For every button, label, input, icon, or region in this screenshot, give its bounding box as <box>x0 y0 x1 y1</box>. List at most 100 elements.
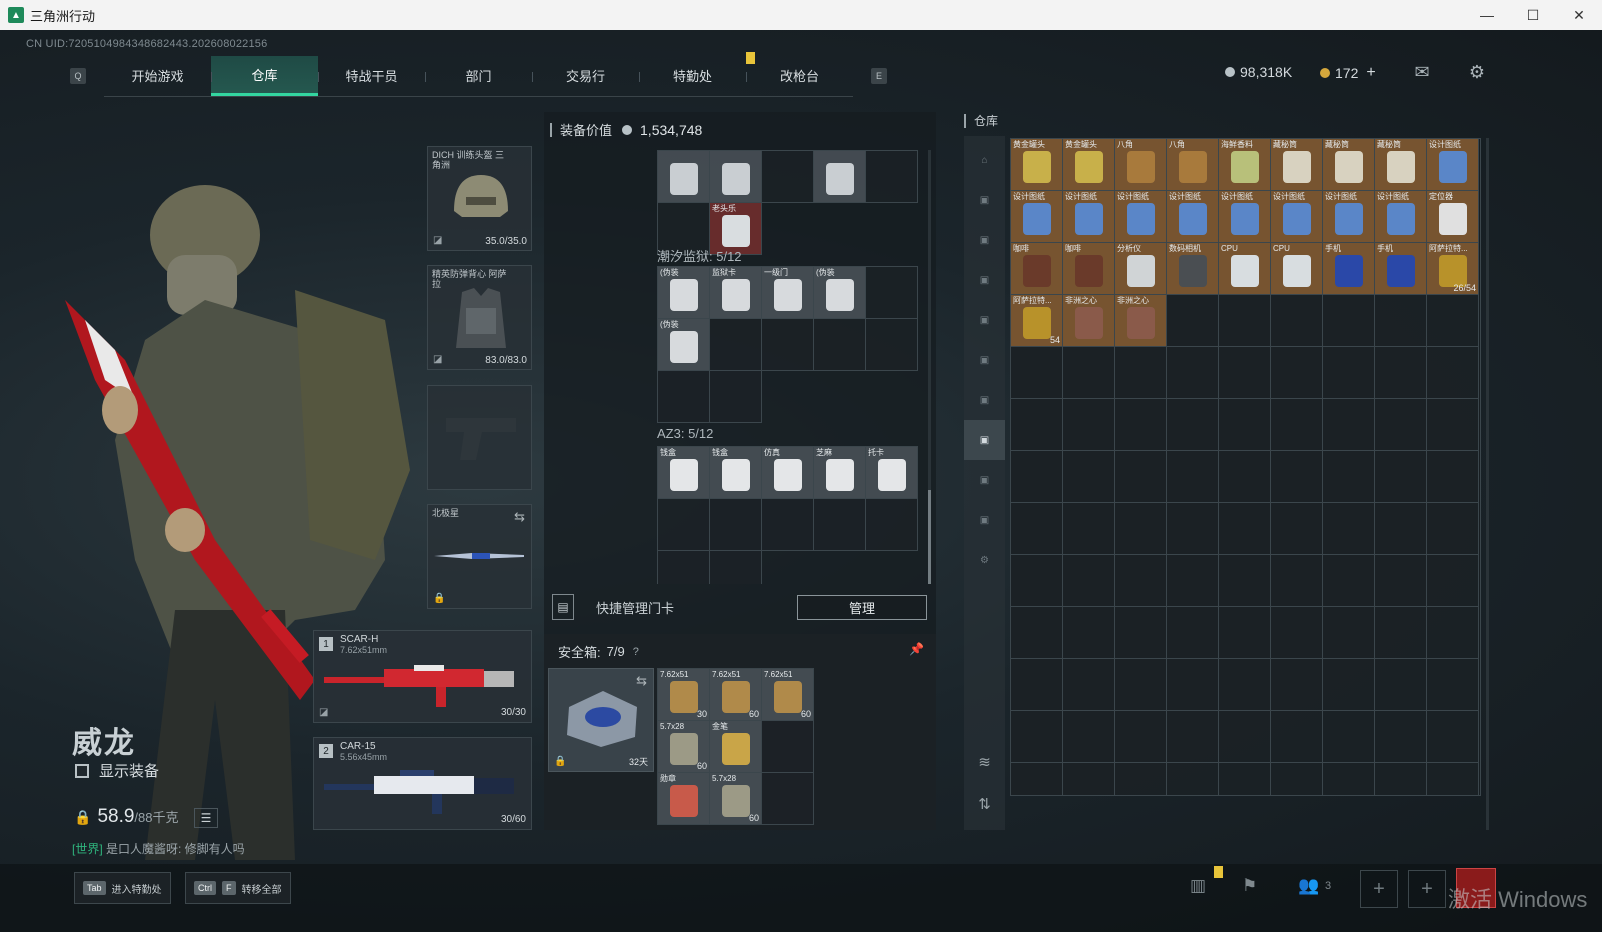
pistol-slot[interactable] <box>427 385 532 490</box>
grid-cell[interactable] <box>1323 659 1375 711</box>
grid-cell[interactable] <box>1011 607 1063 659</box>
grid-cell[interactable] <box>1063 347 1115 399</box>
helmet-slot[interactable]: DICH 训练头盔 三角洲 ◪ 35.0/35.0 <box>427 146 532 251</box>
grid-cell[interactable] <box>1011 451 1063 503</box>
grid-cell[interactable] <box>1011 399 1063 451</box>
grid-cell[interactable] <box>1063 607 1115 659</box>
grid-cell[interactable]: 钱盒 <box>658 447 710 499</box>
grid-cell[interactable] <box>1115 347 1167 399</box>
tab-2[interactable]: 特战干员 <box>318 56 425 96</box>
grid-cell[interactable] <box>1219 607 1271 659</box>
close-button[interactable]: ✕ <box>1556 0 1602 30</box>
safe-box-container[interactable]: ⇆ 🔒 32天 <box>548 668 654 772</box>
armor-slot[interactable]: 精英防弹背心 阿萨拉 ◪ 83.0/83.0 <box>427 265 532 370</box>
grid-cell[interactable] <box>1271 659 1323 711</box>
grid-cell[interactable] <box>1219 659 1271 711</box>
stash-tab-2[interactable]: ▣ <box>964 220 1005 260</box>
grid-cell[interactable]: 勋章 <box>658 773 710 825</box>
grid-cell[interactable] <box>1323 555 1375 607</box>
grid-cell[interactable]: 黄金罐头 <box>1063 139 1115 191</box>
grid-cell[interactable] <box>1219 399 1271 451</box>
grid-cell[interactable]: 金笔 <box>710 721 762 773</box>
grid-cell[interactable]: 设计图纸 <box>1167 191 1219 243</box>
grid-cell[interactable] <box>1375 763 1427 795</box>
grid-cell[interactable] <box>1167 711 1219 763</box>
grid-cell[interactable] <box>710 371 762 423</box>
grid-cell[interactable] <box>1063 503 1115 555</box>
backpack-scrollbar[interactable] <box>928 150 931 584</box>
grid-cell[interactable]: 芝麻 <box>814 447 866 499</box>
grid-cell[interactable] <box>1271 347 1323 399</box>
grid-cell[interactable]: 手机 <box>1375 243 1427 295</box>
grid-cell[interactable] <box>1063 763 1115 795</box>
grid-cell[interactable] <box>1375 399 1427 451</box>
grid-cell[interactable] <box>762 773 814 825</box>
grid-cell[interactable]: 非洲之心 <box>1115 295 1167 347</box>
grid-cell[interactable] <box>1115 607 1167 659</box>
grid-cell[interactable] <box>1271 451 1323 503</box>
grid-cell[interactable] <box>1323 347 1375 399</box>
grid-cell[interactable] <box>1427 711 1479 763</box>
grid-cell[interactable] <box>1219 295 1271 347</box>
grid-cell[interactable] <box>1011 503 1063 555</box>
grid-cell[interactable] <box>1427 763 1479 795</box>
grid-cell[interactable]: 藏秘筒 <box>1375 139 1427 191</box>
primary-weapon-slot[interactable]: 1 SCAR-H 7.62x51mm ◪ 30/30 <box>313 630 532 723</box>
swap-icon[interactable]: ⇆ <box>514 509 525 525</box>
grid-cell[interactable] <box>710 151 762 203</box>
grid-cell[interactable]: 监狱卡 <box>710 267 762 319</box>
grid-cell[interactable] <box>1271 711 1323 763</box>
grid-cell[interactable] <box>1375 659 1427 711</box>
grid-cell[interactable]: 藏秘筒 <box>1323 139 1375 191</box>
grid-cell[interactable] <box>1167 451 1219 503</box>
grid-cell[interactable]: 7.62x51 60 <box>762 669 814 721</box>
grid-cell[interactable] <box>1167 503 1219 555</box>
grid-cell[interactable] <box>1323 711 1375 763</box>
stash-tab-1[interactable]: ▣ <box>964 180 1005 220</box>
grid-cell[interactable] <box>1427 399 1479 451</box>
grid-cell[interactable] <box>1271 503 1323 555</box>
grid-cell[interactable]: 定位器 <box>1427 191 1479 243</box>
grid-cell[interactable] <box>762 151 814 203</box>
grid-cell[interactable] <box>1219 711 1271 763</box>
grid-cell[interactable] <box>1115 399 1167 451</box>
grid-cell[interactable]: 设计图纸 <box>1271 191 1323 243</box>
grid-cell[interactable]: 设计图纸 <box>1375 191 1427 243</box>
mail-icon[interactable]: ✉ <box>1411 62 1433 82</box>
grid-cell[interactable] <box>1219 763 1271 795</box>
grid-cell[interactable] <box>1375 711 1427 763</box>
grid-cell[interactable]: 托卡 <box>866 447 918 499</box>
grid-cell[interactable] <box>1115 503 1167 555</box>
swap-icon[interactable]: ⇆ <box>636 673 647 689</box>
grid-cell[interactable] <box>1323 451 1375 503</box>
maximize-button[interactable]: ☐ <box>1510 0 1556 30</box>
grid-cell[interactable] <box>1167 347 1219 399</box>
grid-cell[interactable] <box>866 499 918 551</box>
nav-prev-key[interactable]: Q <box>70 68 86 84</box>
grid-cell[interactable]: 八角 <box>1167 139 1219 191</box>
grid-cell[interactable] <box>866 267 918 319</box>
grid-cell[interactable]: 钱盒 <box>710 447 762 499</box>
grid-cell[interactable] <box>1115 555 1167 607</box>
grid-cell[interactable] <box>658 551 710 584</box>
grid-cell[interactable] <box>1115 711 1167 763</box>
grid-cell[interactable] <box>1375 347 1427 399</box>
grid-cell[interactable] <box>1219 555 1271 607</box>
grid-cell[interactable] <box>658 371 710 423</box>
stash-tab-3[interactable]: ▣ <box>964 260 1005 300</box>
stash-tab-6[interactable]: ▣ <box>964 380 1005 420</box>
pin-icon[interactable]: 📌 <box>909 642 924 656</box>
grid-cell[interactable] <box>762 721 814 773</box>
grid-cell[interactable] <box>1219 503 1271 555</box>
grid-cell[interactable] <box>1011 763 1063 795</box>
grid-cell[interactable] <box>1219 451 1271 503</box>
grid-cell[interactable] <box>1427 607 1479 659</box>
grid-cell[interactable]: 分析仪 <box>1115 243 1167 295</box>
grid-cell[interactable] <box>1323 763 1375 795</box>
grid-cell[interactable]: 非洲之心 <box>1063 295 1115 347</box>
grid-cell[interactable]: (伪装 <box>658 319 710 371</box>
coin-display[interactable]: 172 + <box>1320 64 1376 82</box>
grid-cell[interactable] <box>1271 399 1323 451</box>
stash-tab-9[interactable]: ▣ <box>964 500 1005 540</box>
grid-cell[interactable]: 阿萨拉特... 54 <box>1011 295 1063 347</box>
